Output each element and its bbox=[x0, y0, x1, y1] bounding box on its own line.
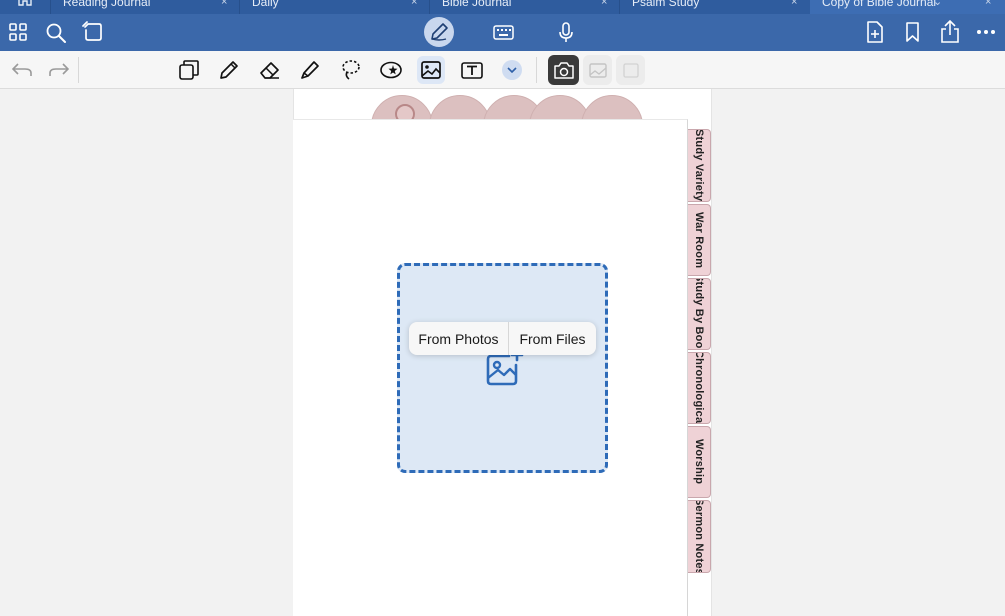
camera-icon bbox=[553, 61, 574, 79]
side-tab-label: Study Variety bbox=[693, 129, 705, 202]
sticker-icon[interactable] bbox=[377, 56, 405, 84]
tab-label: Daily bbox=[252, 0, 279, 9]
search-icon[interactable] bbox=[45, 22, 67, 44]
home-icon[interactable] bbox=[18, 0, 32, 6]
tab-copy-of-bible-journal[interactable]: Copy of Bible Journal ⌄ × bbox=[810, 0, 1005, 14]
bookmark-icon[interactable] bbox=[903, 21, 921, 43]
side-tab-worship[interactable]: Worship bbox=[688, 426, 711, 498]
pen-icon[interactable] bbox=[215, 56, 243, 84]
undo-icon[interactable] bbox=[8, 56, 36, 84]
tab-close-icon[interactable]: × bbox=[601, 0, 607, 9]
highlighter-icon[interactable] bbox=[296, 56, 324, 84]
lasso-icon[interactable] bbox=[337, 56, 365, 84]
text-box-icon[interactable] bbox=[458, 56, 486, 84]
toolbar-divider bbox=[78, 57, 79, 83]
tab-close-icon[interactable]: × bbox=[221, 0, 227, 9]
microphone-icon[interactable] bbox=[557, 21, 575, 43]
pen-mode-button[interactable] bbox=[424, 17, 454, 47]
tab-label: Reading Journal bbox=[63, 0, 151, 9]
side-tab-label: Study By Book bbox=[693, 278, 705, 350]
main-toolbar bbox=[0, 14, 1005, 51]
frame-ghost-icon bbox=[622, 62, 639, 78]
from-files-option[interactable]: From Files bbox=[509, 322, 596, 355]
tab-bar: Reading Journal × Daily × Bible Journal … bbox=[0, 0, 1005, 14]
side-tab-chronological[interactable]: Chronological bbox=[688, 352, 711, 424]
grid-icon[interactable] bbox=[8, 22, 28, 42]
scallop bbox=[581, 95, 643, 119]
scallop bbox=[429, 95, 491, 119]
from-photos-option[interactable]: From Photos bbox=[409, 322, 509, 355]
camera-button[interactable] bbox=[548, 55, 579, 85]
eraser-icon[interactable] bbox=[255, 56, 283, 84]
tab-close-icon[interactable]: × bbox=[411, 0, 417, 9]
photo-ghost-button[interactable] bbox=[583, 55, 612, 85]
share-icon[interactable] bbox=[939, 19, 961, 43]
photo-ghost-icon bbox=[588, 62, 607, 78]
tab-daily[interactable]: Daily × bbox=[240, 0, 429, 14]
pen-mode-icon bbox=[431, 23, 448, 41]
tab-reading-journal[interactable]: Reading Journal × bbox=[51, 0, 239, 14]
scallop-header bbox=[293, 89, 693, 119]
add-page-icon[interactable] bbox=[865, 21, 885, 43]
chevron-down-icon bbox=[502, 60, 522, 80]
tab-label: Copy of Bible Journal bbox=[822, 0, 937, 9]
tab-bible-journal[interactable]: Bible Journal × bbox=[430, 0, 619, 14]
tab-chevron-down-icon[interactable]: ⌄ bbox=[933, 0, 942, 9]
toolbar-divider bbox=[536, 57, 537, 83]
side-tab-study-variety[interactable]: Study Variety bbox=[688, 129, 711, 202]
more-icon[interactable] bbox=[976, 28, 996, 36]
more-tools-button[interactable] bbox=[498, 56, 526, 84]
image-icon[interactable] bbox=[417, 56, 445, 84]
tool-bar bbox=[0, 51, 1005, 89]
side-tab-study-by-book[interactable]: Study By Book bbox=[688, 278, 711, 350]
binder-ring bbox=[395, 104, 415, 119]
side-tab-label: Worship bbox=[693, 439, 705, 485]
tab-label: Bible Journal bbox=[442, 0, 512, 9]
tab-psalm-study[interactable]: Psalm Study × bbox=[620, 0, 810, 14]
side-tab-sermon-notes[interactable]: Sermon Notes bbox=[688, 500, 711, 573]
keyboard-icon[interactable] bbox=[492, 23, 514, 41]
side-tab-label: Chronological bbox=[693, 352, 705, 424]
tab-close-icon[interactable]: × bbox=[791, 0, 797, 9]
image-source-popup: From Photos From Files bbox=[409, 322, 596, 355]
side-tab-war-room[interactable]: War Room bbox=[688, 204, 711, 276]
side-tab-label: War Room bbox=[693, 211, 705, 269]
side-tab-label: Sermon Notes bbox=[693, 500, 705, 573]
tab-label: Psalm Study bbox=[632, 0, 700, 9]
frame-ghost-button[interactable] bbox=[616, 55, 645, 85]
redo-icon[interactable] bbox=[45, 56, 73, 84]
lasso-page-icon[interactable] bbox=[81, 20, 105, 44]
shapes-icon[interactable] bbox=[175, 56, 203, 84]
tab-close-icon[interactable]: × bbox=[985, 0, 991, 9]
